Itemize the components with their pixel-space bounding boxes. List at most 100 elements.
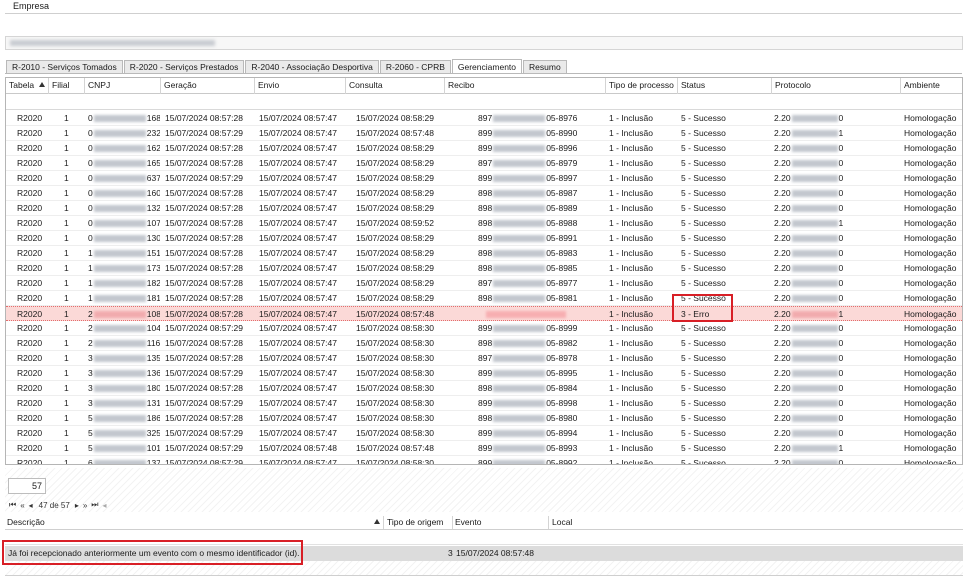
header-tipo-processo[interactable]: Tipo de processo	[606, 78, 678, 94]
cell-tabela: R2020	[17, 233, 43, 243]
header-tabela[interactable]: Tabela	[6, 78, 49, 94]
tab-r2060[interactable]: R-2060 - CPRB	[379, 60, 451, 74]
header-filial[interactable]: Filial	[49, 78, 85, 94]
recibo-end: 05-8992	[546, 458, 578, 465]
tab-r2020[interactable]: R-2020 - Serviços Prestados	[123, 60, 245, 74]
header-geracao[interactable]: Geração	[161, 78, 255, 94]
cell-geracao: 15/07/2024 08:57:29	[165, 128, 243, 138]
protocolo-end: 0	[838, 368, 844, 378]
cell-ambiente: Homologação	[904, 143, 957, 153]
prev-page-icon[interactable]: «	[20, 501, 24, 510]
table-row[interactable]: R2020 1 5 101 15/07/2024 08:57:29 15/07/2024 …	[6, 441, 962, 456]
recibo-start: 899	[478, 443, 493, 453]
next-record-icon[interactable]: ▸	[75, 501, 79, 510]
header-protocolo[interactable]: Protocolo	[772, 78, 901, 94]
tab-r2040[interactable]: R-2040 - Associação Desportiva	[245, 60, 379, 74]
cnpj-end: 165	[146, 158, 160, 168]
cell-recibo: 897 05-8976	[478, 111, 602, 125]
table-row[interactable]: R2020 1 0 162 15/07/2024 08:57:28 15/07/2024 …	[6, 141, 962, 156]
tab-resumo[interactable]: Resumo	[523, 60, 567, 74]
protocolo-start: 2.20	[774, 443, 791, 453]
table-row[interactable]: R2020 1 0 168 15/07/2024 08:57:28 15/07/2024 …	[6, 111, 962, 126]
navigator-position: 47 de 57	[38, 500, 70, 510]
cell-ambiente: Homologação	[904, 173, 957, 183]
next-page-icon[interactable]: »	[83, 501, 87, 510]
table-row[interactable]: R2020 1 0 132 15/07/2024 08:57:28 15/07/2024 …	[6, 201, 962, 216]
table-row[interactable]: R2020 1 3 136 15/07/2024 08:57:29 15/07/2024 …	[6, 366, 962, 381]
cell-recibo	[478, 307, 602, 321]
cnpj-end: 173	[146, 263, 160, 273]
header-cnpj[interactable]: CNPJ	[85, 78, 161, 94]
recibo-end: 05-8997	[546, 173, 578, 183]
cnpj-start: 0	[88, 158, 93, 168]
table-row[interactable]: R2020 1 2 104 15/07/2024 08:57:29 15/07/2024 …	[6, 321, 962, 336]
cell-ambiente: Homologação	[904, 263, 957, 273]
cell-tabela: R2020	[17, 398, 43, 408]
first-record-icon[interactable]: ⏮	[9, 500, 16, 510]
cell-consulta: 15/07/2024 08:58:29	[356, 188, 434, 198]
protocolo-start: 2.20	[774, 323, 791, 333]
protocolo-start: 2.20	[774, 233, 791, 243]
table-row[interactable]: R2020 1 1 182 15/07/2024 08:57:28 15/07/2024 …	[6, 276, 962, 291]
header-recibo[interactable]: Recibo	[445, 78, 606, 94]
recibo-start: 898	[478, 263, 493, 273]
table-row[interactable]: R2020 1 0 130 15/07/2024 08:57:28 15/07/2024 …	[6, 231, 962, 246]
table-row[interactable]: R2020 1 1 181 15/07/2024 08:57:28 15/07/2024 …	[6, 291, 962, 306]
cnpj-start: 3	[88, 353, 93, 363]
cnpj-end: 168	[146, 113, 160, 123]
table-row[interactable]: R2020 1 0 165 15/07/2024 08:57:28 15/07/2024 …	[6, 156, 962, 171]
detail-header-tipo-origem[interactable]: Tipo de origem	[387, 515, 443, 530]
header-envio[interactable]: Envio	[255, 78, 346, 94]
empresa-field[interactable]	[5, 36, 963, 50]
recibo-end: 05-8998	[546, 398, 578, 408]
table-row[interactable]: R2020 1 1 151 15/07/2024 08:57:28 15/07/2024 …	[6, 246, 962, 261]
detail-header-evento[interactable]: Evento	[455, 515, 481, 530]
table-row[interactable]: R2020 1 5 325 15/07/2024 08:57:29 15/07/2024 …	[6, 426, 962, 441]
protocolo-start: 2.20	[774, 383, 791, 393]
table-row[interactable]: R2020 1 5 186 15/07/2024 08:57:28 15/07/2024 …	[6, 411, 962, 426]
table-row[interactable]: R2020 1 0 107 15/07/2024 08:57:28 15/07/2024 …	[6, 216, 962, 231]
redacted-value	[93, 355, 146, 362]
cell-consulta: 15/07/2024 08:58:30	[356, 458, 434, 465]
header-consulta[interactable]: Consulta	[346, 78, 445, 94]
cell-geracao: 15/07/2024 08:57:28	[165, 233, 243, 243]
cnpj-start: 2	[88, 309, 93, 319]
recibo-start: 898	[478, 383, 493, 393]
recibo-start: 899	[478, 233, 493, 243]
table-row[interactable]: R2020 1 0 637 15/07/2024 08:57:29 15/07/2024 …	[6, 171, 962, 186]
cell-tipo-processo: 1 - Inclusão	[609, 458, 653, 465]
header-status[interactable]: Status	[678, 78, 772, 94]
filter-row[interactable]	[6, 94, 962, 110]
table-row[interactable]: R2020 1 0 232 15/07/2024 08:57:29 15/07/2024 …	[6, 126, 962, 141]
cell-tabela: R2020	[17, 203, 43, 213]
cell-geracao: 15/07/2024 08:57:29	[165, 368, 243, 378]
table-row[interactable]: R2020 1 3 131 15/07/2024 08:57:29 15/07/2024 …	[6, 396, 962, 411]
divider	[548, 516, 549, 529]
detail-header-descricao[interactable]: Descrição	[7, 515, 45, 530]
table-row[interactable]: R2020 1 3 180 15/07/2024 08:57:28 15/07/2024 …	[6, 381, 962, 396]
cnpj-end: 108	[146, 309, 160, 319]
table-row[interactable]: R2020 1 2 116 15/07/2024 08:57:28 15/07/2024 …	[6, 336, 962, 351]
header-ambiente[interactable]: Ambiente	[901, 78, 962, 94]
table-row[interactable]: R2020 1 6 137 15/07/2024 08:57:29 15/07/2024 …	[6, 456, 962, 465]
cell-filial: 1	[64, 218, 69, 228]
scroll-icon[interactable]: ◂	[102, 501, 106, 510]
recibo-start: 898	[478, 203, 493, 213]
redacted-value	[93, 250, 146, 257]
table-row[interactable]: R2020 1 2 108 15/07/2024 08:57:28 15/07/2024 …	[6, 306, 962, 321]
table-row[interactable]: R2020 1 0 160 15/07/2024 08:57:28 15/07/2024 …	[6, 186, 962, 201]
tab-gerenciamento[interactable]: Gerenciamento	[451, 59, 523, 74]
cell-consulta: 15/07/2024 08:57:48	[356, 443, 434, 453]
cell-protocolo: 2.20 0	[774, 426, 894, 440]
prev-record-icon[interactable]: ◂	[29, 501, 33, 510]
table-row[interactable]: R2020 1 3 135 15/07/2024 08:57:28 15/07/2024 …	[6, 351, 962, 366]
cell-cnpj: 5 325	[88, 426, 160, 440]
detail-header-local[interactable]: Local	[552, 515, 572, 530]
cnpj-start: 1	[88, 293, 93, 303]
cnpj-start: 1	[88, 263, 93, 273]
redacted-value	[791, 115, 838, 122]
cell-tipo-processo: 1 - Inclusão	[609, 398, 653, 408]
table-row[interactable]: R2020 1 1 173 15/07/2024 08:57:28 15/07/2024 …	[6, 261, 962, 276]
last-record-icon[interactable]: ⏭	[91, 500, 98, 510]
tab-r2010[interactable]: R-2010 - Serviços Tomados	[6, 60, 123, 74]
